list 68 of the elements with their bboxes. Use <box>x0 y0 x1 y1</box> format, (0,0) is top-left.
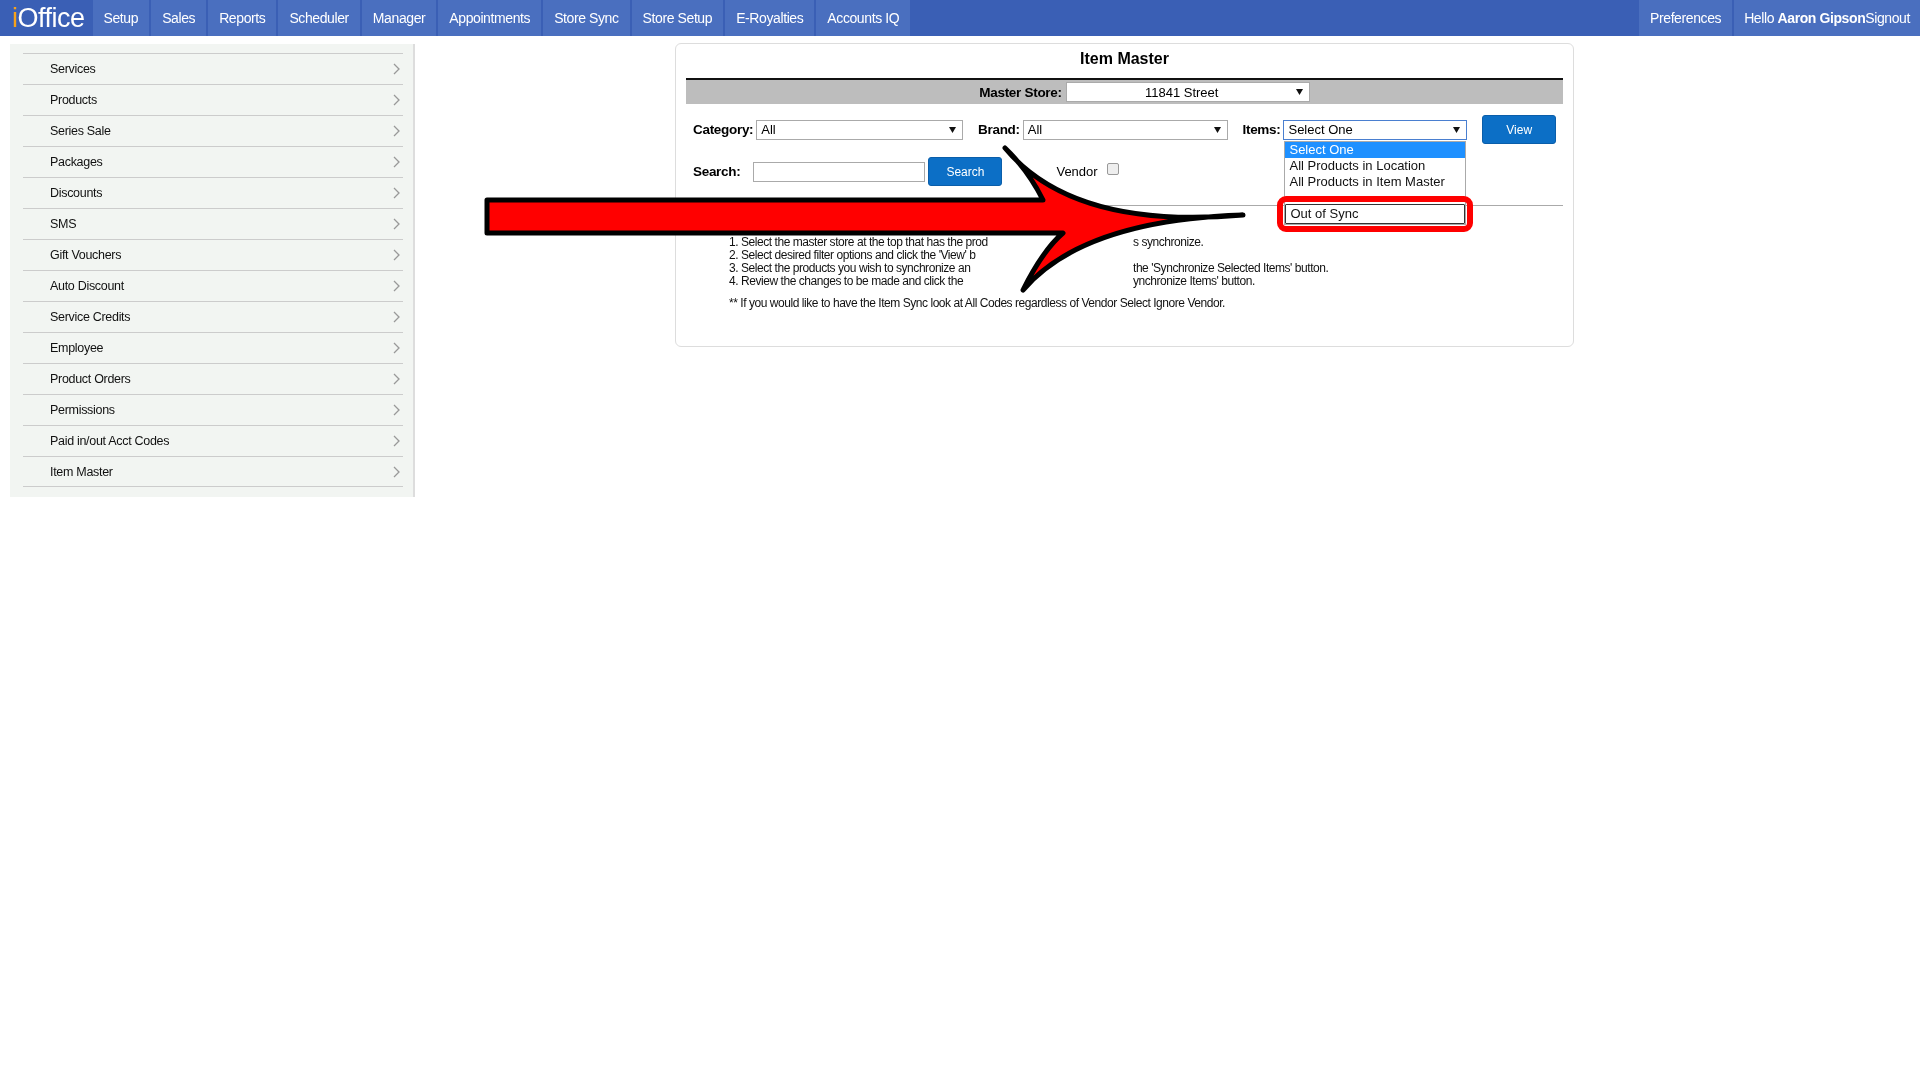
instruction-text: 4. Review the changes to be made and click the <box>729 275 965 288</box>
caret-icon <box>949 126 957 133</box>
search-button[interactable]: Search <box>928 157 1003 186</box>
sidebar-item[interactable]: Gift Vouchers <box>23 239 403 270</box>
nav-tab[interactable]: E-Royalties <box>725 0 815 36</box>
category-label: Category: <box>693 122 754 137</box>
instruction-text: ynchronize Items' button. <box>1133 275 1256 288</box>
search-field[interactable] <box>753 161 926 182</box>
sidebar-item[interactable]: Discounts <box>23 177 403 208</box>
greeting-text: Hello Aaron Gipson <box>1744 10 1866 26</box>
sidebar-item[interactable]: Product Orders <box>23 363 403 394</box>
sidebar-item[interactable]: Series Sale <box>23 115 403 146</box>
brand-label: Brand: <box>978 122 1020 137</box>
panel-title: Item Master <box>1079 50 1170 68</box>
caret-icon <box>1213 126 1221 133</box>
nav-tab[interactable]: Scheduler <box>278 0 360 36</box>
search-label: Search: <box>693 164 741 179</box>
items-label: Items: <box>1242 122 1281 137</box>
chevron-icon <box>393 465 401 478</box>
nav-tab[interactable]: Setup <box>92 0 150 36</box>
chevron-icon <box>393 311 401 323</box>
sidebar-item[interactable]: SMS <box>23 208 403 239</box>
footnote-text: ** If you would like to have the Item Sync look at All Codes regardless of Vendor Select Ignore Vendor. <box>729 296 1226 310</box>
nav-tab[interactable]: Reports <box>208 0 277 36</box>
instruction-text: 1. Select the master store at the top that has the prod <box>729 236 989 249</box>
caret-icon <box>1295 89 1303 95</box>
nav-tab[interactable]: Store Sync <box>543 0 630 36</box>
chevron-icon <box>393 94 401 106</box>
sidebar-item[interactable]: Products <box>23 84 403 115</box>
nav-tab[interactable]: Accounts IQ <box>816 0 911 36</box>
sidebar-item[interactable]: Packages <box>23 146 403 177</box>
chevron-icon <box>393 125 401 137</box>
nav-tab[interactable]: Manager <box>361 0 437 36</box>
nav-tab[interactable]: Sales <box>151 0 207 36</box>
chevron-icon <box>393 435 401 447</box>
preferences-link[interactable]: Preferences <box>1639 0 1733 36</box>
sidebar-item[interactable]: Paid in/out Acct Codes <box>23 425 403 456</box>
instruction-text: 3. Select the products you wish to synchronize an <box>729 262 972 275</box>
sidebar-item[interactable]: Item Master <box>23 456 403 487</box>
sidebar-item[interactable]: Permissions <box>23 394 403 425</box>
sidebar-item[interactable]: Employee <box>23 332 403 363</box>
category-select[interactable]: All <box>756 119 964 140</box>
sidebar-item[interactable]: Service Credits <box>23 301 403 332</box>
sidebar-item[interactable]: Services <box>23 53 403 84</box>
chevron-icon <box>393 249 401 261</box>
chevron-icon <box>393 280 401 292</box>
logo: iOffice <box>11 1 86 35</box>
brand-select[interactable]: All <box>1022 119 1228 140</box>
vendor-checkbox[interactable] <box>1106 162 1119 175</box>
chevron-icon <box>393 63 401 75</box>
sidebar-item[interactable]: Auto Discount <box>23 270 403 301</box>
chevron-icon <box>393 404 401 416</box>
view-button[interactable]: View <box>1482 115 1556 144</box>
caret-icon <box>1453 126 1461 133</box>
vendor-label: Vendor <box>1056 164 1098 179</box>
nav-tab[interactable]: Store Setup <box>631 0 724 36</box>
chevron-icon <box>393 342 401 354</box>
chevron-icon <box>393 156 401 168</box>
chevron-icon <box>393 373 401 385</box>
signout-link[interactable]: Signout <box>1865 10 1910 26</box>
instruction-text: the 'Synchronize Selected Items' button. <box>1133 262 1330 275</box>
instruction-text: s synchronize. <box>1133 236 1205 249</box>
master-store-select[interactable]: 11841 Street <box>1065 82 1310 102</box>
nav-tab[interactable]: Appointments <box>438 0 542 36</box>
master-store-label: Master Store: <box>979 84 1062 100</box>
instruction-text: 2. Select desired filter options and click the 'View' b <box>729 249 976 262</box>
chevron-icon <box>393 187 401 199</box>
chevron-icon <box>393 218 401 230</box>
